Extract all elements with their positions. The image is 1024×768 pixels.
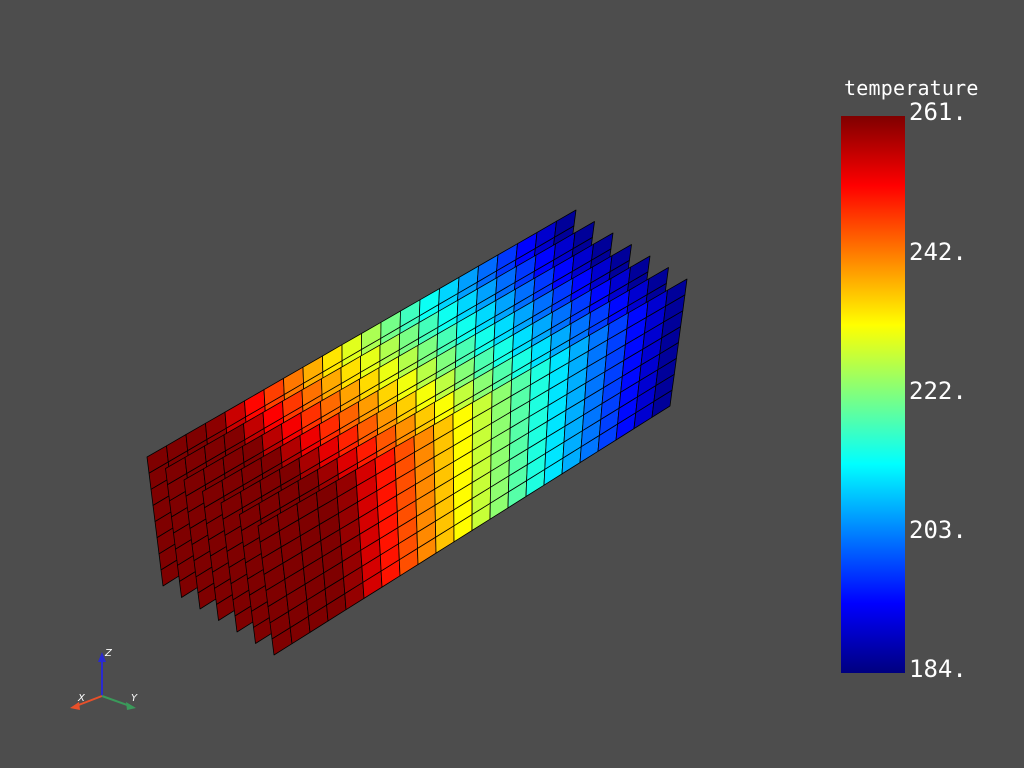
z-axis-label: Z <box>104 648 113 659</box>
scalar-bar-tick-label: 261. <box>909 98 967 126</box>
orientation-axes-widget: Z X Y <box>70 648 138 710</box>
y-axis-label: Y <box>131 693 138 704</box>
scalar-bar-tick-label: 203. <box>909 516 967 544</box>
scalar-bar-tick-label: 222. <box>909 377 967 405</box>
scalar-bar-tick-label: 184. <box>909 655 967 683</box>
render-viewport[interactable]: temperature 261. 242. 222. 203. 184. Z X… <box>0 0 1024 768</box>
x-axis-label: X <box>77 693 86 704</box>
scalar-bar-tick-label: 242. <box>909 238 967 266</box>
scalar-bar-title: temperature <box>844 76 979 100</box>
scalar-bar <box>841 116 905 673</box>
scalar-bar-gradient <box>841 116 905 673</box>
y-axis-line <box>101 695 131 707</box>
mesh-slices <box>146 209 688 656</box>
